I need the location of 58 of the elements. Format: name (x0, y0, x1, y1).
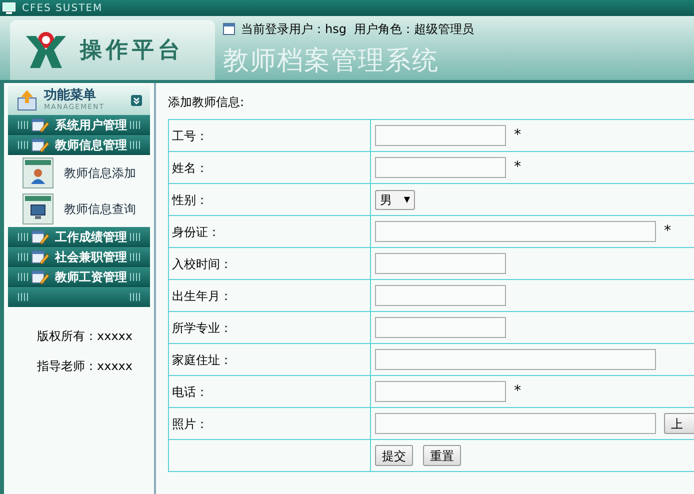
system-label: CFES SUSTEM (22, 2, 103, 16)
field-label: 家庭住址： (168, 344, 370, 376)
required-mark: * (514, 382, 521, 401)
submit-button[interactable]: 提交 (375, 445, 413, 466)
menu-group-label: 系统用户管理 (55, 116, 127, 134)
menu-group-label: 教师工资管理 (55, 268, 127, 286)
menu-title: 功能菜单 (44, 89, 97, 102)
input-field[interactable] (375, 317, 506, 338)
field-label: 身份证： (168, 216, 370, 248)
collapse-icon[interactable] (131, 94, 142, 106)
form-heading: 添加教师信息: (168, 94, 246, 111)
input-field[interactable] (375, 221, 656, 242)
notepad-pencil-icon (31, 136, 49, 152)
field-label: 性别： (168, 184, 370, 216)
system-title: 教师档案管理系统 (223, 45, 440, 78)
menu-group[interactable]: 工作成绩管理 (8, 227, 150, 247)
computer-card-icon (22, 193, 54, 225)
field-label: 电话： (168, 376, 370, 408)
input-field[interactable] (375, 125, 506, 146)
footer-text: 版权所有：xxxxx (37, 328, 134, 345)
gender-select[interactable]: 男 ▼ (375, 190, 415, 210)
menu-group[interactable]: 教师工资管理 (8, 267, 150, 287)
monitor-icon (2, 2, 16, 14)
field-label: 出生年月： (168, 280, 370, 312)
field-label: 所学专业： (168, 312, 370, 344)
input-field[interactable] (375, 157, 506, 178)
menu-group[interactable]: 系统用户管理 (8, 115, 150, 135)
menu-group[interactable]: 教师信息管理 (8, 135, 150, 155)
required-mark: * (514, 158, 521, 177)
notepad-pencil-icon (31, 116, 49, 132)
window-icon (223, 23, 235, 35)
input-field[interactable] (375, 413, 656, 434)
input-field[interactable] (375, 285, 506, 306)
footer-text: 指导老师：xxxxx (37, 358, 134, 375)
required-mark: * (664, 222, 671, 241)
notepad-pencil-icon (31, 248, 49, 264)
input-field[interactable] (375, 349, 656, 370)
field-label: 入校时间： (168, 248, 370, 280)
notepad-pencil-icon (31, 268, 49, 284)
menu-group-label: 教师信息管理 (55, 136, 127, 154)
required-mark: * (514, 126, 521, 145)
user-info: 当前登录用户：hsg 用户角色：超级管理员 (241, 21, 474, 38)
input-field[interactable] (375, 381, 506, 402)
menu-group-label: 社会兼职管理 (55, 248, 127, 266)
field-label: 姓名： (168, 152, 370, 184)
upload-button[interactable]: 上 (664, 413, 694, 434)
logo-text: 操作平台 (80, 36, 184, 64)
menu-group[interactable]: 社会兼职管理 (8, 247, 150, 267)
upload-box-icon (16, 89, 38, 111)
field-label: 照片： (168, 408, 370, 440)
field-label: 工号： (168, 120, 370, 152)
notepad-pencil-icon (31, 228, 49, 244)
menu-item[interactable]: 教师信息查询 (8, 191, 150, 227)
menu-item[interactable]: 教师信息添加 (8, 155, 150, 191)
menu-group-label: 工作成绩管理 (55, 228, 127, 246)
input-field[interactable] (375, 253, 506, 274)
reset-button[interactable]: 重置 (423, 445, 461, 466)
person-card-icon (22, 157, 54, 189)
